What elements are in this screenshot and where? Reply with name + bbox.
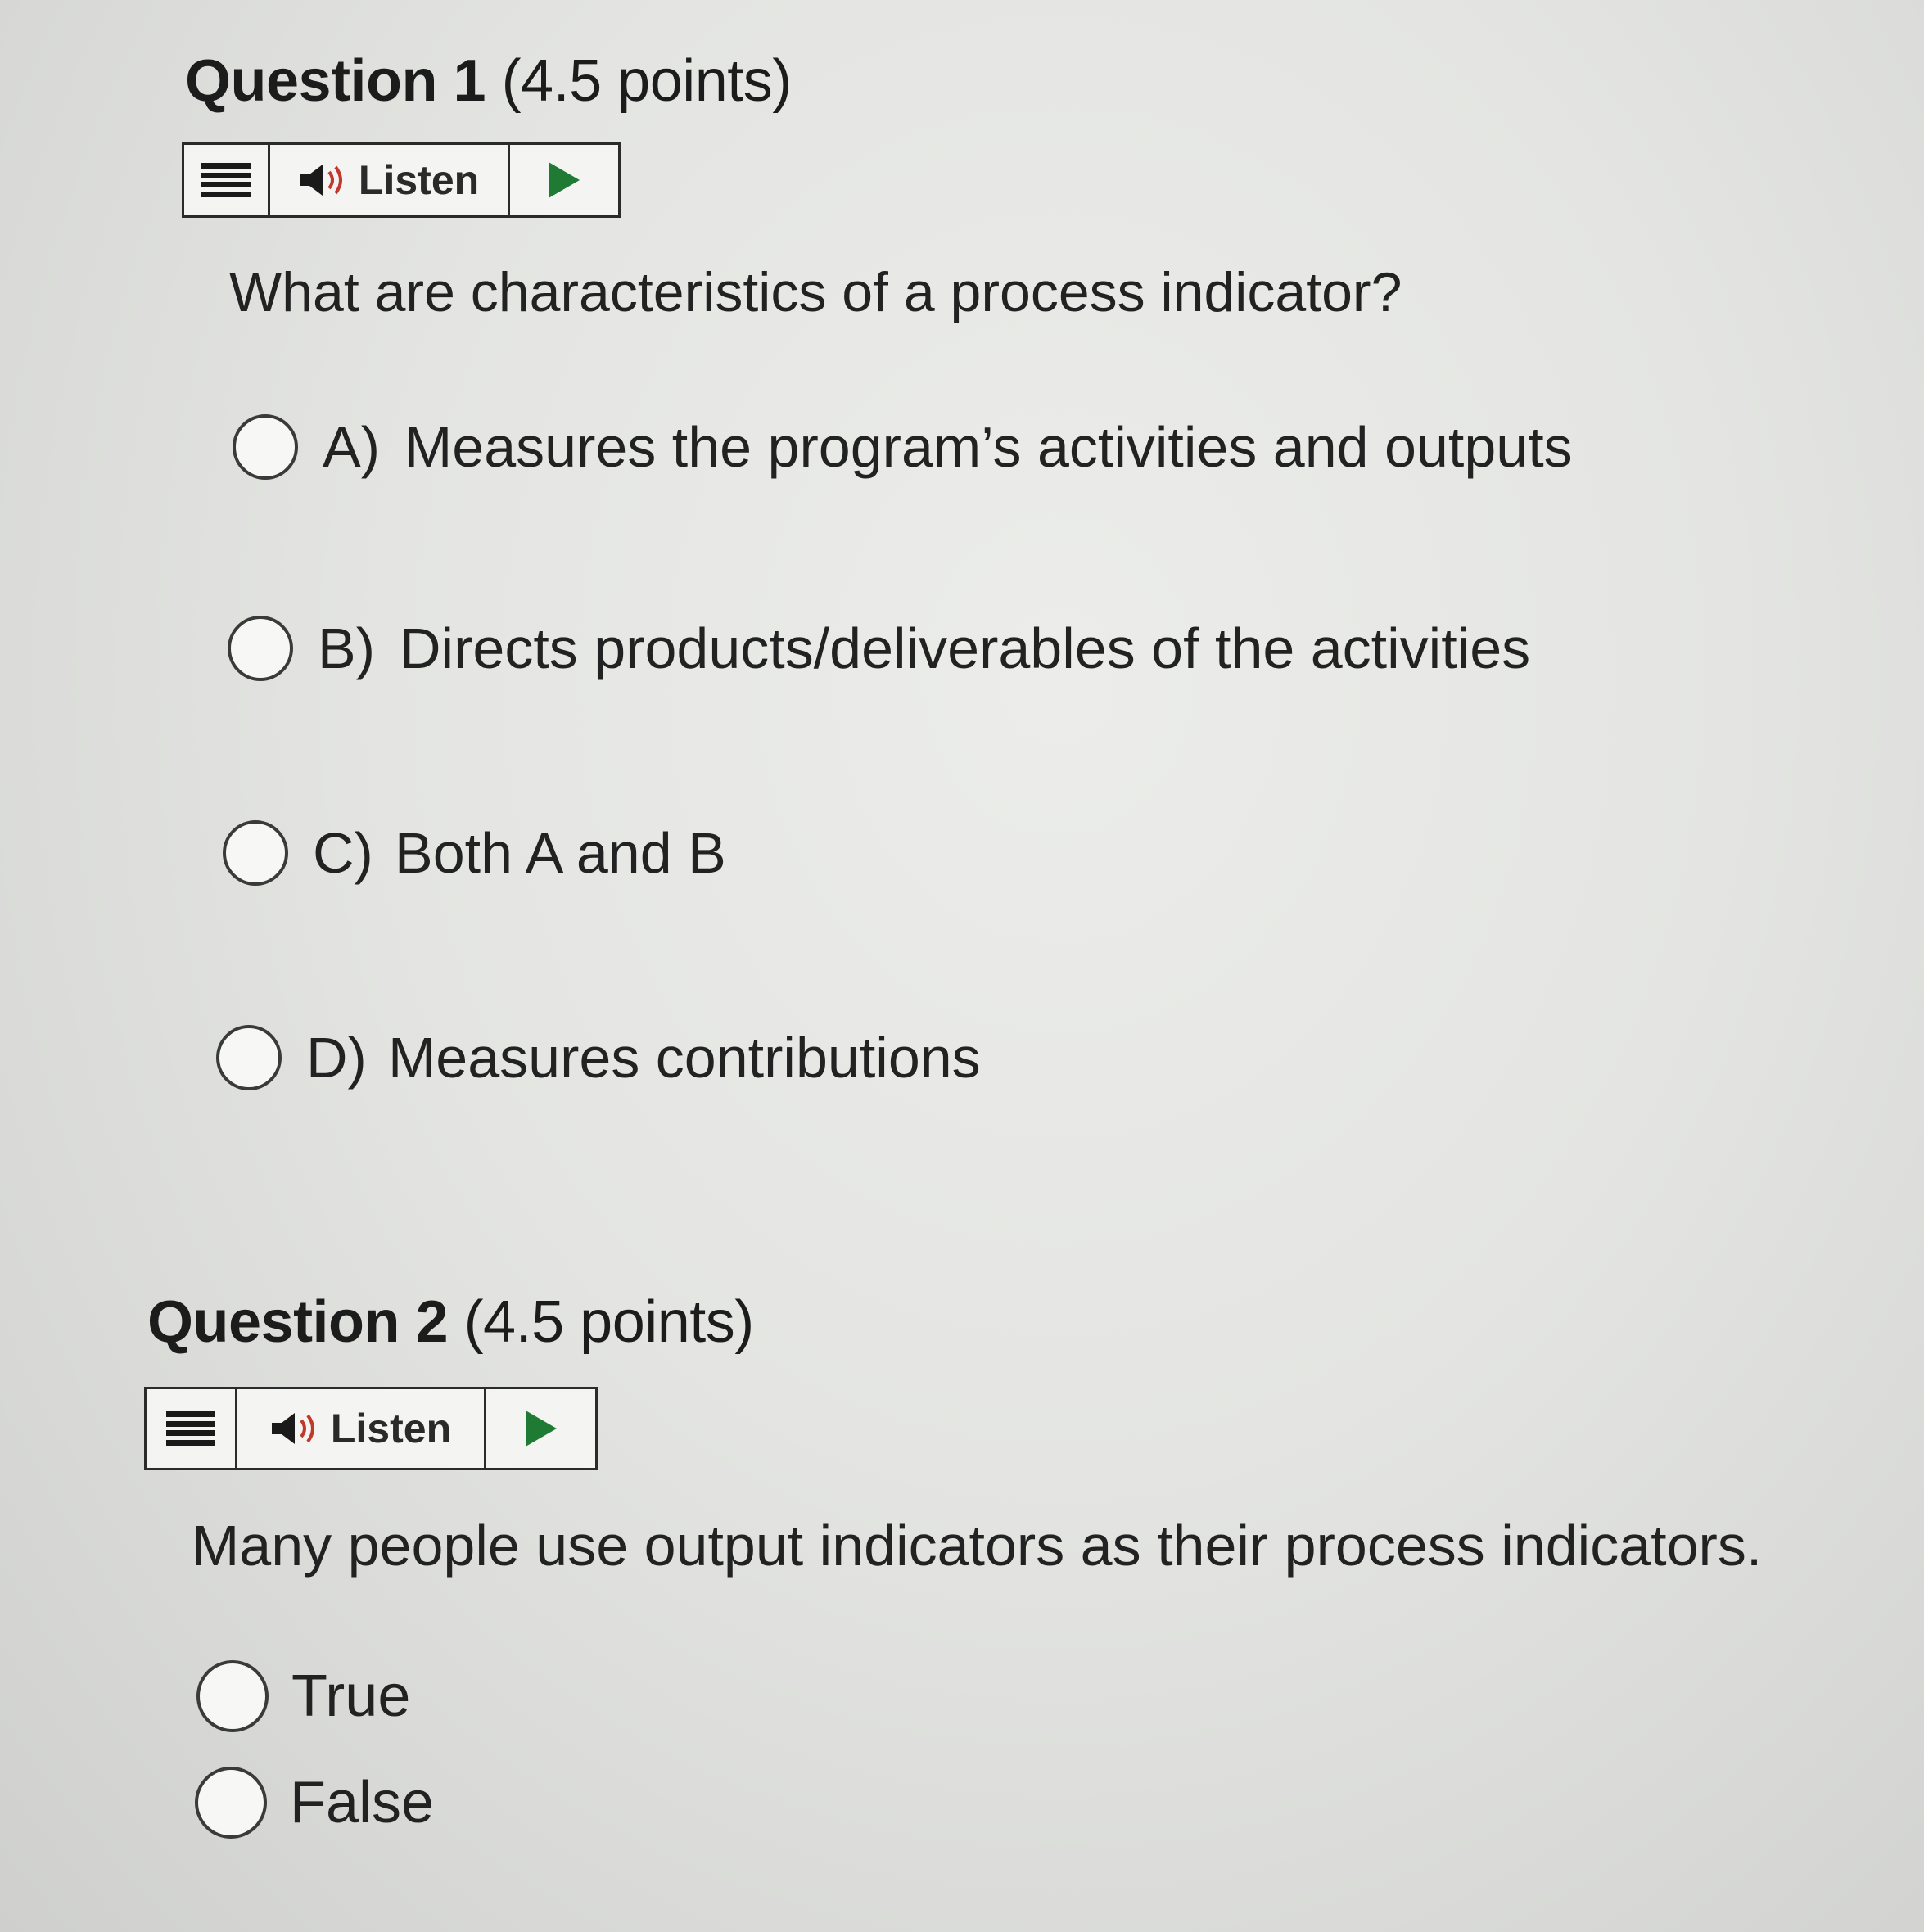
question-1-option-c[interactable]: C) Both A and B — [223, 820, 726, 886]
option-text: Directs products/deliverables of the act… — [400, 616, 1531, 680]
radio-button[interactable] — [223, 820, 288, 886]
radio-button[interactable] — [233, 414, 298, 480]
radio-button[interactable] — [216, 1025, 282, 1090]
listen-button[interactable]: Listen — [235, 1389, 484, 1468]
reader-menu-button[interactable] — [147, 1389, 235, 1468]
listen-button[interactable]: Listen — [267, 145, 508, 215]
listen-label: Listen — [358, 157, 480, 203]
question-1-option-d[interactable]: D) Measures contributions — [216, 1025, 981, 1090]
question-points: (4.5 points) — [463, 1289, 755, 1355]
question-2-prompt: Many people use output indicators as the… — [192, 1514, 1763, 1578]
read-aloud-toolbar: Listen — [144, 1387, 598, 1470]
question-2-title: Question 2 (4.5 points) — [147, 1289, 754, 1356]
option-letter: A) — [323, 415, 380, 479]
question-1-title: Question 1 (4.5 points) — [185, 47, 792, 115]
question-1-option-b[interactable]: B) Directs products/deliverables of the … — [228, 616, 1530, 681]
option-letter: D) — [306, 1026, 367, 1090]
listen-label: Listen — [330, 1406, 452, 1451]
reader-menu-button[interactable] — [184, 145, 268, 215]
speaker-icon — [299, 165, 342, 196]
option-text: Both A and B — [395, 821, 726, 885]
radio-button[interactable] — [228, 616, 293, 681]
radio-button[interactable] — [195, 1767, 267, 1839]
option-letter: C) — [313, 821, 373, 885]
question-1-option-a[interactable]: A) Measures the program’s activities and… — [233, 414, 1573, 480]
question-1-prompt: What are characteristics of a process in… — [229, 261, 1402, 323]
menu-icon — [166, 1411, 215, 1446]
menu-icon — [201, 163, 251, 197]
question-number: Question 1 — [185, 48, 486, 114]
play-icon — [525, 1411, 557, 1447]
play-button[interactable] — [484, 1389, 595, 1468]
option-text: Measures contributions — [388, 1026, 981, 1090]
question-points: (4.5 points) — [501, 48, 793, 114]
option-text: False — [290, 1770, 435, 1835]
play-button[interactable] — [507, 145, 619, 215]
read-aloud-toolbar: Listen — [182, 142, 621, 218]
question-2-option-false[interactable]: False — [195, 1767, 434, 1839]
option-text: True — [291, 1663, 411, 1729]
radio-button[interactable] — [196, 1660, 269, 1732]
option-letter: B) — [318, 616, 375, 680]
option-text: Measures the program’s activities and ou… — [404, 415, 1573, 479]
question-2-option-true[interactable]: True — [196, 1660, 410, 1732]
question-number: Question 2 — [147, 1289, 449, 1355]
speaker-icon — [271, 1413, 314, 1444]
play-icon — [548, 162, 580, 198]
